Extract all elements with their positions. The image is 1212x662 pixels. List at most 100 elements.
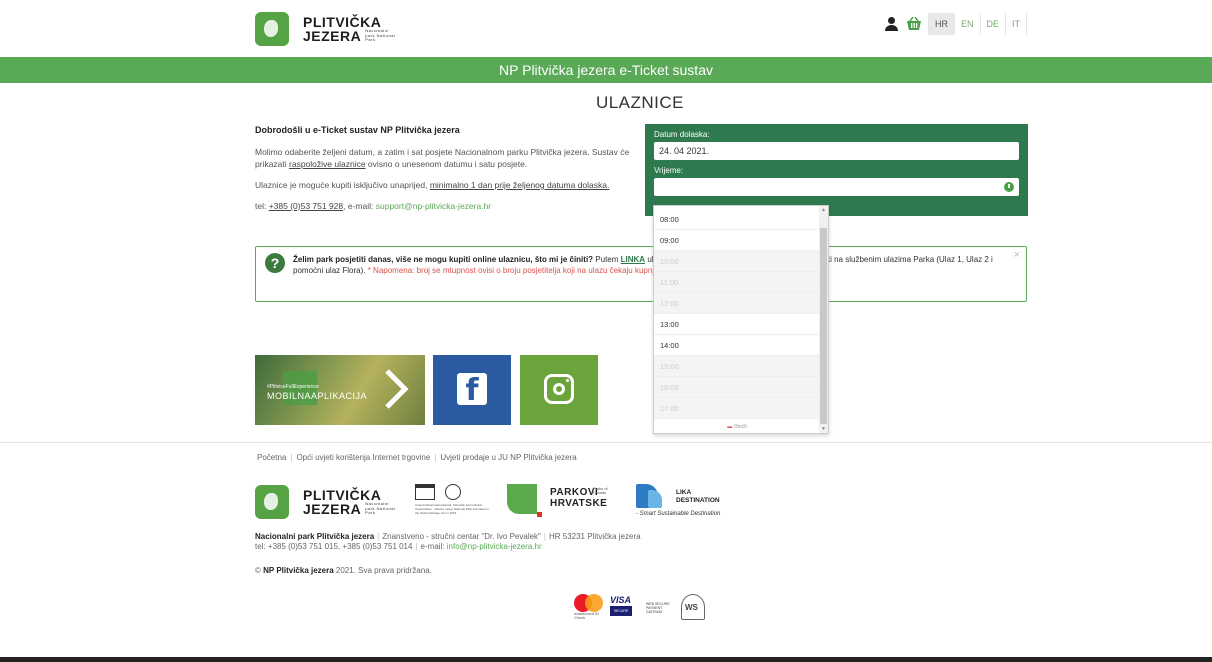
intro-p2-underline: minimalno 1 dan prije željenog datuma do… bbox=[429, 180, 610, 190]
tel-label: tel: bbox=[255, 201, 269, 211]
lang-hr[interactable]: HR bbox=[928, 13, 954, 35]
mobile-app-tile[interactable]: #PlitviceFullExperience MOBILNAAPLIKACIJ… bbox=[255, 355, 425, 425]
clear-time-label: Obriši bbox=[733, 424, 747, 430]
parkovi-mark bbox=[507, 484, 537, 514]
footer-link-terms[interactable]: Opći uvjeti korištenja Internet trgovine bbox=[296, 453, 430, 462]
instagram-tile[interactable] bbox=[520, 355, 598, 425]
basket-icon[interactable] bbox=[906, 16, 922, 31]
visa-icon: VISA bbox=[610, 595, 632, 605]
wspay-text: WEB SECURE PAYMENT GATEWAY bbox=[646, 602, 670, 614]
payment-logos: mastercard ID Check VISA SECURE WEB SECU… bbox=[574, 592, 714, 624]
addr-city: HR 53231 Plitvička jezera bbox=[548, 532, 641, 541]
user-icon[interactable] bbox=[885, 17, 899, 31]
support-email-link[interactable]: support@np-plitvicka-jezera.hr bbox=[376, 201, 491, 211]
lika-tagline: - Smart Sustainable Destination bbox=[636, 511, 721, 517]
close-icon[interactable]: × bbox=[1014, 250, 1020, 261]
time-option: 11:00 bbox=[654, 272, 820, 293]
lang-de[interactable]: DE bbox=[979, 13, 1006, 35]
lika-line1: LIKA bbox=[676, 489, 692, 496]
unesco-logo: United Nations Educational, Scientific a… bbox=[415, 484, 489, 520]
clear-time-button[interactable]: ▬ Obriši bbox=[654, 424, 820, 430]
time-option: 15:00 bbox=[654, 356, 820, 377]
park-logo[interactable]: PLITVIČKA JEZERA Nacionalni park National… bbox=[255, 12, 399, 46]
facebook-icon: f bbox=[457, 373, 487, 408]
date-input[interactable]: 24. 04 2021. bbox=[654, 142, 1019, 160]
notice-link[interactable]: LINKA bbox=[621, 255, 645, 264]
addr-email-link[interactable]: info@np-plitvicka-jezera.hr bbox=[447, 542, 542, 551]
bottom-edge bbox=[0, 657, 1212, 662]
copy-symbol: © bbox=[255, 566, 264, 575]
time-option[interactable]: 13:00 bbox=[654, 314, 820, 335]
mastercard-text: mastercard ID Check bbox=[574, 611, 600, 620]
system-banner: NP Plitvička jezera e-Ticket sustav bbox=[0, 57, 1212, 83]
notice-text-a: Putem bbox=[593, 255, 621, 264]
booking-panel: Datum dolaska: 24. 04 2021. Vrijeme: bbox=[645, 124, 1028, 216]
copyright: © NP Plitvička jezera 2021. Sva prava pr… bbox=[255, 566, 432, 575]
notice-question: Želim park posjetiti danas, više ne mogu… bbox=[293, 255, 594, 264]
parkovi-hrvatske-logo: PARKOVI HRVATSKE Parks of Croatia bbox=[507, 484, 627, 520]
footer-logo-sub: Nacionalni park National Park bbox=[365, 501, 396, 516]
app-tile-tag: #PlitviceFullExperience bbox=[267, 384, 319, 390]
unesco-temple-icon bbox=[415, 484, 435, 500]
lika-destination-logo: LIKA DESTINATION - Smart Sustainable Des… bbox=[636, 484, 736, 524]
time-option[interactable]: 08:00 bbox=[654, 209, 820, 230]
lang-it[interactable]: IT bbox=[1005, 13, 1028, 35]
footer-link-home[interactable]: Početna bbox=[257, 453, 286, 462]
addr-tel: tel: +385 (0)53 751 015, +385 (0)53 751 … bbox=[255, 542, 413, 551]
time-dropdown[interactable]: 08:00 09:00 10:00 11:00 12:00 13:00 14:00 15:00… bbox=[653, 205, 829, 434]
intro-text: Dobrodošli u e-Ticket sustav NP Plitvičk… bbox=[255, 124, 640, 221]
email-label: , e-mail: bbox=[343, 201, 376, 211]
unesco-text: United Nations Educational, Scientific a… bbox=[415, 503, 489, 515]
parkovi-red-square bbox=[537, 512, 542, 517]
footer-park-logo: PLITVIČKA JEZERA Nacionalni park National… bbox=[255, 485, 399, 519]
parkovi-small: Parks of Croatia bbox=[593, 486, 608, 495]
time-option[interactable]: 09:00 bbox=[654, 230, 820, 251]
footer-link-sales[interactable]: Uvjeti prodaje u JU NP Plitvička jezera bbox=[440, 453, 576, 462]
world-heritage-icon bbox=[445, 484, 461, 500]
lang-en[interactable]: EN bbox=[954, 13, 980, 35]
date-label: Datum dolaska: bbox=[654, 130, 710, 139]
addr-name: Nacionalni park Plitvička jezera bbox=[255, 532, 375, 541]
clock-icon[interactable] bbox=[1004, 182, 1014, 192]
copy-org: NP Plitvička jezera bbox=[263, 566, 334, 575]
app-tile-name: MOBILNAAPLIKACIJA bbox=[267, 391, 368, 401]
time-select[interactable] bbox=[654, 178, 1019, 196]
time-option[interactable]: 14:00 bbox=[654, 335, 820, 356]
logo-line2: JEZERA bbox=[303, 28, 362, 44]
intro-p2a: Ulaznice je moguće kupiti isključivo una… bbox=[255, 180, 430, 190]
footer-links: Početna | Opći uvjeti korištenja Internet … bbox=[257, 453, 577, 462]
parkovi-line2: HRVATSKE bbox=[550, 498, 608, 509]
logo-line1: PLITVIČKA bbox=[303, 14, 382, 30]
scrollbar-thumb[interactable] bbox=[820, 228, 827, 424]
footer-logo-line1: PLITVIČKA bbox=[303, 487, 382, 503]
time-label: Vrijeme: bbox=[654, 166, 684, 175]
dropdown-scrollbar[interactable]: ▲ ▼ bbox=[819, 206, 828, 433]
scroll-up-icon[interactable]: ▲ bbox=[821, 207, 826, 213]
addr-center: Znanstveno - stručni centar "Dr. Ivo Pev… bbox=[382, 532, 541, 541]
instagram-icon bbox=[544, 374, 574, 404]
question-icon: ? bbox=[265, 253, 285, 273]
lika-mark-2 bbox=[648, 490, 662, 508]
facebook-tile[interactable]: f bbox=[433, 355, 511, 425]
footer-divider bbox=[0, 442, 1212, 443]
time-option: 17:00 bbox=[654, 398, 820, 419]
intro-heading: Dobrodošli u e-Ticket sustav NP Plitvičk… bbox=[255, 125, 460, 135]
intro-p1b: ovisno o unesenom datumu i satu posjete. bbox=[365, 159, 528, 169]
support-phone-link[interactable]: +385 (0)53 751 928 bbox=[269, 201, 343, 211]
available-tickets-link[interactable]: raspoložive ulaznice bbox=[289, 159, 366, 169]
footer-logo-line2: JEZERA bbox=[303, 501, 362, 517]
logo-sub: Nacionalni park National Park bbox=[365, 28, 396, 43]
wspay-lock-icon: WS bbox=[681, 594, 705, 620]
wspay-ws: WS bbox=[685, 603, 698, 612]
scroll-down-icon[interactable]: ▼ bbox=[821, 426, 826, 432]
page-title: ULAZNICE bbox=[595, 93, 685, 112]
time-option: 16:00 bbox=[654, 377, 820, 398]
notice-note-a: * Napomena: broj se m bbox=[367, 266, 450, 275]
copy-rest: 2021. Sva prava pridržana. bbox=[333, 566, 432, 575]
footer-logo-mark bbox=[255, 485, 289, 519]
chevron-right-icon bbox=[385, 369, 409, 409]
time-option: 10:00 bbox=[654, 251, 820, 272]
park-logo-mark bbox=[255, 12, 289, 46]
parkovi-line1: PARKOVI bbox=[550, 487, 599, 498]
top-bar: PLITVIČKA JEZERA Nacionalni park National… bbox=[0, 0, 1212, 55]
